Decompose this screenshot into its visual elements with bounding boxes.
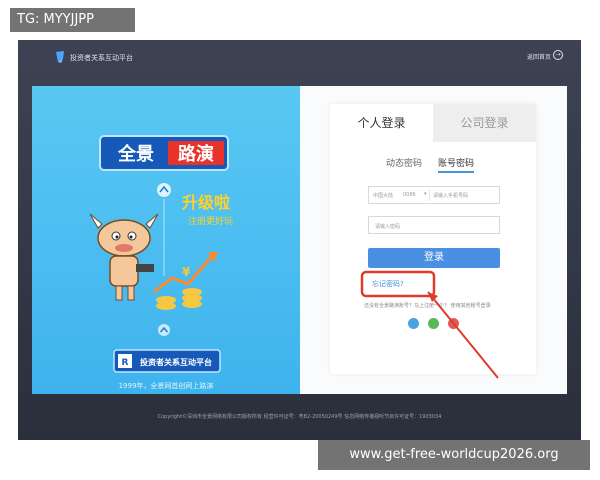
url-watermark: www.get-free-worldcup2026.org bbox=[318, 440, 590, 470]
tg-overlay-badge: TG: MYYJJPP bbox=[10, 8, 135, 32]
annotation-arrow-line bbox=[427, 291, 499, 379]
forgot-password-highlight-box bbox=[360, 270, 436, 298]
annotation-overlay bbox=[360, 270, 499, 379]
